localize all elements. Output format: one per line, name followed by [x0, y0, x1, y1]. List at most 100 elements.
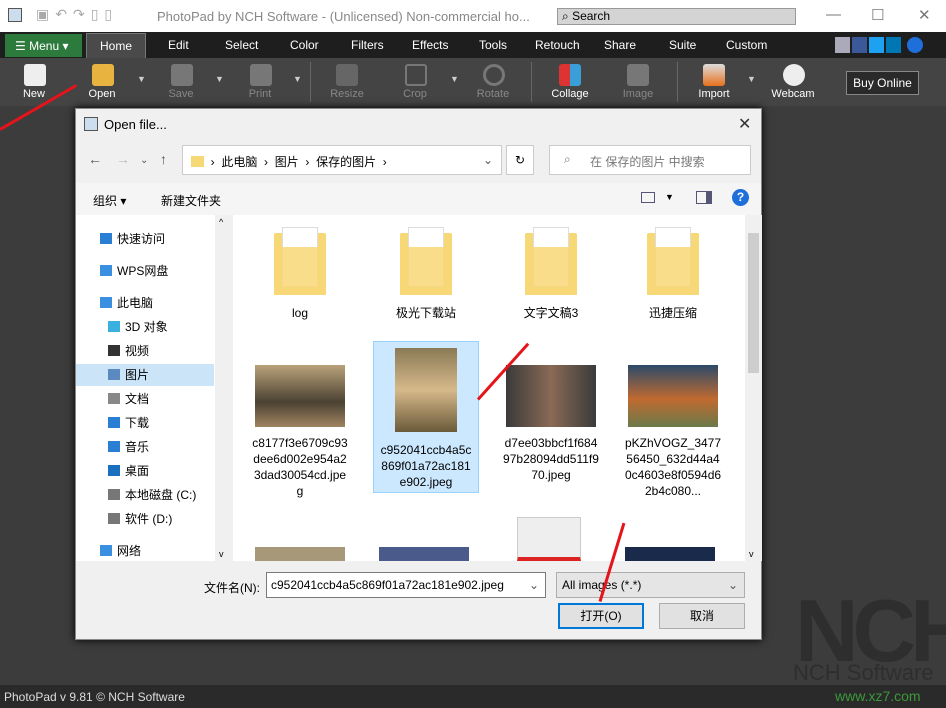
print-dropdown-icon[interactable]: ▼ — [293, 74, 302, 84]
sidebar-item[interactable]: 软件 (D:) — [100, 508, 214, 530]
image-thumbnail[interactable] — [255, 547, 345, 561]
linkedin-icon[interactable] — [886, 37, 901, 53]
app-icon — [8, 8, 22, 22]
facebook-icon[interactable] — [852, 37, 867, 53]
open-button[interactable]: 打开(O) — [558, 603, 644, 629]
file-type-select[interactable]: All images (*.*) ⌄ — [556, 572, 745, 598]
breadcrumb-item[interactable]: 保存的图片 — [316, 155, 376, 169]
file-item[interactable]: pKZhVOGZ_347756450_632d44a40c4603e8f0594… — [620, 341, 726, 499]
folder-item[interactable]: 迅捷压缩 — [620, 223, 726, 321]
recent-dropdown[interactable]: ⌄ — [140, 155, 148, 166]
collage-button[interactable]: Collage — [540, 88, 600, 100]
sidebar-item[interactable]: 音乐 — [100, 436, 214, 458]
folder-search-input[interactable]: ⌕ 在 保存的图片 中搜索 — [549, 145, 751, 175]
maximize-button[interactable]: ☐ — [871, 6, 884, 24]
dialog-toolbar: 组织 ▾ 新建文件夹 ▼ ? — [76, 183, 761, 215]
tab-select[interactable]: Select — [225, 38, 258, 52]
network-icon — [100, 545, 112, 556]
quick-access-icons[interactable]: ▣↶↷▯▯ — [36, 6, 118, 23]
sidebar-item[interactable]: 3D 对象 — [100, 316, 214, 338]
sidebar-item[interactable]: 快速访问 — [92, 228, 206, 250]
view-icon[interactable] — [641, 192, 655, 203]
scrollbar-thumb[interactable] — [748, 233, 759, 373]
import-dropdown-icon[interactable]: ▼ — [747, 74, 756, 84]
search-input[interactable]: ⌕ Search — [557, 8, 796, 25]
tab-share[interactable]: Share — [604, 38, 636, 52]
image-button[interactable]: Image — [608, 88, 668, 100]
close-button[interactable]: ✕ — [918, 6, 931, 24]
sidebar-item[interactable]: 文档 — [100, 388, 214, 410]
new-folder-button[interactable]: 新建文件夹 — [161, 192, 221, 209]
menu-button[interactable]: ☰ Menu ▾ — [5, 34, 82, 57]
cloud-icon — [100, 265, 112, 276]
address-bar[interactable]: › 此电脑 › 图片 › 保存的图片 › ⌄ — [182, 145, 502, 175]
sidebar-item[interactable]: 网络 — [92, 540, 206, 562]
refresh-button[interactable]: ↻ — [506, 145, 534, 175]
minimize-button[interactable]: — — [826, 6, 841, 23]
sidebar-item[interactable]: 桌面 — [100, 460, 214, 482]
rotate-button[interactable]: Rotate — [463, 88, 523, 100]
crop-dropdown-icon[interactable]: ▼ — [450, 74, 459, 84]
help-icon[interactable]: ? — [732, 189, 749, 206]
sidebar-item[interactable]: 此电脑 — [92, 292, 206, 314]
cancel-button[interactable]: 取消 — [659, 603, 745, 629]
folder-item[interactable]: 文字文稿3 — [498, 223, 604, 321]
tab-custom[interactable]: Custom — [726, 38, 767, 52]
sidebar-item[interactable]: 图片 — [76, 364, 214, 386]
crop-button[interactable]: Crop — [385, 88, 445, 100]
print-button[interactable]: Print — [230, 88, 290, 100]
up-button[interactable]: ↑ — [160, 151, 167, 167]
import-button[interactable]: Import — [684, 88, 744, 100]
folder-item[interactable]: log — [247, 223, 353, 321]
tab-effects[interactable]: Effects — [412, 38, 448, 52]
forward-button[interactable]: → — [116, 151, 130, 167]
sidebar-item[interactable]: 视频 — [100, 340, 214, 362]
breadcrumb-item[interactable]: 此电脑 — [221, 155, 257, 169]
tab-home[interactable]: Home — [86, 33, 146, 58]
image-thumbnail[interactable] — [379, 547, 469, 561]
help-icon[interactable] — [907, 37, 923, 53]
tab-color[interactable]: Color — [290, 38, 319, 52]
sidebar-item[interactable]: 本地磁盘 (C:) — [100, 484, 214, 506]
back-button[interactable]: ← — [88, 151, 102, 167]
tab-suite[interactable]: Suite — [669, 38, 696, 52]
sidebar-item[interactable]: WPS网盘 — [92, 260, 206, 282]
open-dropdown-icon[interactable]: ▼ — [137, 74, 146, 84]
twitter-icon[interactable] — [869, 37, 884, 53]
view-dropdown-icon[interactable]: ▼ — [665, 192, 674, 202]
tab-retouch[interactable]: Retouch — [535, 38, 580, 52]
sidebar-item-label: 音乐 — [125, 440, 150, 454]
sidebar-item-label: 快速访问 — [117, 232, 166, 246]
dialog-close-button[interactable]: ✕ — [738, 114, 751, 134]
image-thumbnail[interactable] — [625, 547, 715, 561]
file-list-scrollbar[interactable]: v — [745, 215, 762, 561]
tab-filters[interactable]: Filters — [351, 38, 384, 52]
buy-online-button[interactable]: Buy Online — [846, 71, 919, 95]
save-icon — [171, 64, 193, 86]
breadcrumb-item[interactable]: 图片 — [275, 155, 299, 169]
file-item[interactable]: c8177f3e6709c93dee6d002e954a23dad30054cd… — [247, 341, 353, 499]
folder-icon — [274, 227, 326, 295]
resize-button[interactable]: Resize — [317, 88, 377, 100]
organize-button[interactable]: 组织 ▾ — [93, 192, 126, 209]
file-item[interactable]: c952041ccb4a5c869f01a72ac181e902.jpeg — [373, 341, 479, 493]
image-thumbnail[interactable] — [517, 517, 581, 561]
file-item[interactable]: d7ee03bbcf1f68497b28094dd511f970.jpeg — [498, 341, 604, 483]
sidebar-scrollbar[interactable]: ^ v — [215, 215, 232, 561]
file-name: 极光下载站 — [395, 306, 456, 320]
open-button[interactable]: Open — [72, 88, 132, 100]
image-icon — [627, 64, 649, 86]
chevron-down-icon[interactable]: ⌄ — [483, 153, 493, 167]
save-button[interactable]: Save — [151, 88, 211, 100]
webcam-button[interactable]: Webcam — [763, 88, 823, 100]
sidebar-item[interactable]: 下载 — [100, 412, 214, 434]
tab-tools[interactable]: Tools — [479, 38, 507, 52]
folder-item[interactable]: 极光下载站 — [373, 223, 479, 321]
filename-input[interactable]: c952041ccb4a5c869f01a72ac181e902.jpeg ⌄ — [266, 572, 546, 598]
save-dropdown-icon[interactable]: ▼ — [215, 74, 224, 84]
chevron-down-icon[interactable]: ⌄ — [529, 578, 539, 592]
like-icon[interactable] — [835, 37, 850, 53]
tab-edit[interactable]: Edit — [168, 38, 189, 52]
sidebar-item-label: 3D 对象 — [125, 320, 168, 334]
preview-pane-icon[interactable] — [696, 191, 712, 204]
